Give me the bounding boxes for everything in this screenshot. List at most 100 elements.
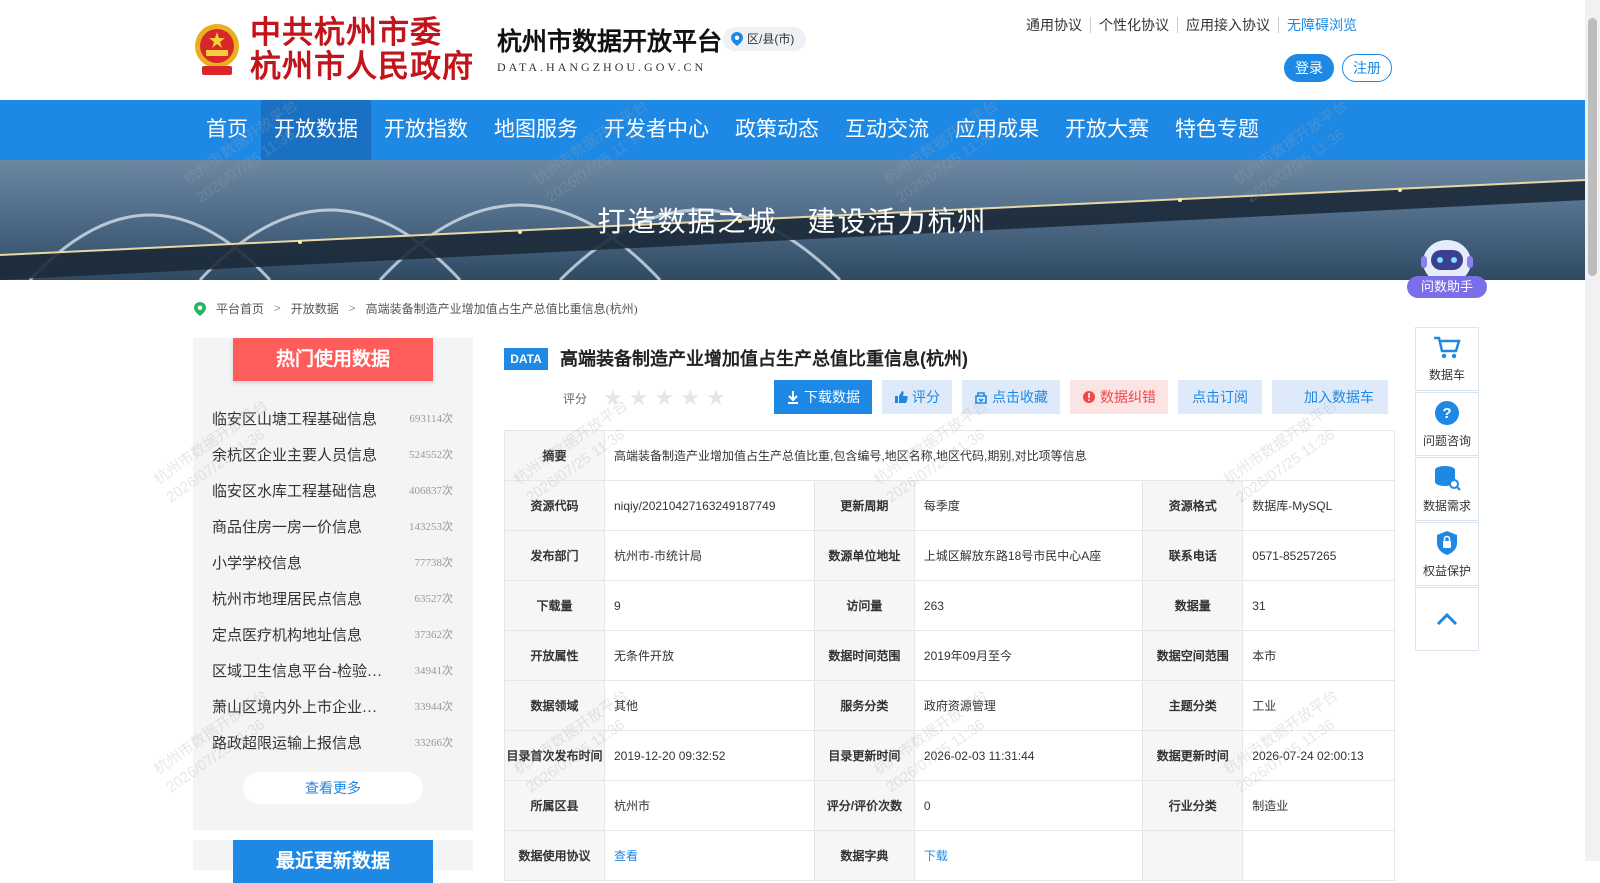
alert-icon xyxy=(1083,391,1095,403)
star-icon[interactable]: ★ xyxy=(603,387,623,409)
rating-label: 评分 xyxy=(563,391,588,406)
hot-item-name: 临安区水库工程基础信息 xyxy=(212,483,378,500)
info-key: 资源格式 xyxy=(1142,480,1244,531)
view-more-button[interactable]: 查看更多 xyxy=(243,772,423,804)
list-item[interactable]: 路政超限运输上报信息 33266次 xyxy=(193,724,473,760)
nav-item-open-index[interactable]: 开放指数 xyxy=(371,100,481,160)
error-report-button[interactable]: 数据纠错 xyxy=(1070,380,1168,414)
list-item[interactable]: 临安区山塘工程基础信息 693114次 xyxy=(193,400,473,436)
info-value: 无条件开放 xyxy=(604,630,815,681)
location-pin-icon xyxy=(731,32,743,46)
recent-data-panel: 最近更新数据 xyxy=(193,840,473,883)
hot-item-count: 406837次 xyxy=(409,485,453,497)
info-key: 行业分类 xyxy=(1142,780,1244,831)
favorite-button[interactable]: 点击收藏 xyxy=(962,380,1060,414)
link-app-access-agreement[interactable]: 应用接入协议 xyxy=(1177,17,1278,33)
list-item[interactable]: 萧山区境内外上市企业名… 33944次 xyxy=(193,688,473,724)
national-emblem-icon xyxy=(195,24,239,75)
scrollbar-thumb[interactable] xyxy=(1588,18,1597,276)
info-key: 数据空间范围 xyxy=(1142,630,1244,681)
link-general-agreement[interactable]: 通用协议 xyxy=(1018,17,1090,33)
back-to-top-button[interactable] xyxy=(1415,587,1479,651)
star-icon[interactable]: ★ xyxy=(654,387,674,409)
info-key: 开放属性 xyxy=(504,630,605,681)
list-item[interactable]: 区域卫生信息平台-检验… 34941次 xyxy=(193,652,473,688)
nav-item-open-data[interactable]: 开放数据 xyxy=(261,100,371,160)
site-title[interactable]: 杭州市数据开放平台 xyxy=(497,22,722,58)
rights-protection-label: 权益保护 xyxy=(1422,563,1471,578)
svg-text:?: ? xyxy=(1442,405,1451,422)
info-key: 所属区县 xyxy=(504,780,605,831)
data-demand-button[interactable]: 数据需求 xyxy=(1415,457,1479,521)
question-consult-label: 问题咨询 xyxy=(1422,433,1471,448)
view-agreement-link[interactable]: 查看 xyxy=(604,830,815,881)
download-dictionary-link[interactable]: 下载 xyxy=(913,830,1144,881)
favorite-label: 点击收藏 xyxy=(992,389,1048,405)
assistant-label[interactable]: 问数助手 xyxy=(1407,276,1487,298)
question-icon: ? xyxy=(1435,400,1459,425)
rate-button[interactable]: 评分 xyxy=(882,380,952,414)
list-item[interactable]: 临安区水库工程基础信息 406837次 xyxy=(193,472,473,508)
nav-item-contest[interactable]: 开放大赛 xyxy=(1052,100,1162,160)
list-item[interactable]: 商品住房一房一价信息 143253次 xyxy=(193,508,473,544)
question-consult-button[interactable]: ? 问题咨询 xyxy=(1415,392,1479,456)
error-report-label: 数据纠错 xyxy=(1100,389,1156,405)
data-cart-button[interactable]: 数据车 xyxy=(1415,327,1479,391)
nav-item-map-service[interactable]: 地图服务 xyxy=(481,100,591,160)
header: 中共杭州市委 杭州市人民政府 杭州市数据开放平台 DATA.HANGZHOU.G… xyxy=(0,0,1585,100)
breadcrumb-separator: > xyxy=(348,301,356,315)
breadcrumb: 平台首页 > 开放数据 > 高端装备制造产业增加值占生产总值比重信息(杭州) xyxy=(194,300,638,317)
info-value: 0571-85257265 xyxy=(1242,530,1395,581)
breadcrumb-separator: > xyxy=(274,301,281,315)
hot-data-list: 临安区山塘工程基础信息 693114次 余杭区企业主要人员信息 524552次 临安… xyxy=(193,400,473,760)
link-accessibility[interactable]: 无障碍浏览 xyxy=(1278,17,1365,33)
info-value: 数据库-MySQL xyxy=(1242,480,1395,531)
hot-item-name: 商品住房一房一价信息 xyxy=(212,519,363,536)
rights-protection-button[interactable]: 权益保护 xyxy=(1415,522,1479,586)
table-row: 下载量 9 访问量 263 数据量 31 xyxy=(504,580,1395,631)
nav-item-policy[interactable]: 政策动态 xyxy=(722,100,832,160)
nav-item-topics[interactable]: 特色专题 xyxy=(1162,100,1272,160)
main-nav: 首页 开放数据 开放指数 地图服务 开发者中心 政策动态 互动交流 应用成果 开… xyxy=(0,100,1585,160)
info-key: 主题分类 xyxy=(1142,680,1244,731)
empty-value xyxy=(1242,830,1395,881)
nav-item-results[interactable]: 应用成果 xyxy=(942,100,1052,160)
nav-item-developer[interactable]: 开发者中心 xyxy=(591,100,722,160)
list-item[interactable]: 小学学校信息 77738次 xyxy=(193,544,473,580)
breadcrumb-home[interactable]: 平台首页 xyxy=(216,300,264,317)
info-value: 上城区解放东路18号市民中心A座 xyxy=(913,530,1144,581)
region-label: 区/县(市) xyxy=(747,32,795,46)
table-row: 开放属性 无条件开放 数据时间范围 2019年09月至今 数据空间范围 本市 xyxy=(504,630,1395,681)
table-row: 发布部门 杭州市-市统计局 数源单位地址 上城区解放东路18号市民中心A座 联系电话… xyxy=(504,530,1395,581)
info-value: 9 xyxy=(604,580,815,631)
nav-item-interaction[interactable]: 互动交流 xyxy=(832,100,942,160)
info-value: 0 xyxy=(913,780,1144,831)
data-cart-label: 数据车 xyxy=(1428,367,1465,382)
star-icon[interactable]: ★ xyxy=(629,387,649,409)
star-icon[interactable]: ★ xyxy=(680,387,700,409)
info-value: 制造业 xyxy=(1242,780,1395,831)
info-value: 其他 xyxy=(604,680,815,731)
nav-item-home[interactable]: 首页 xyxy=(193,100,261,160)
add-to-data-cart-button[interactable]: 加入数据车 xyxy=(1272,380,1388,414)
register-button[interactable]: 注册 xyxy=(1342,54,1392,82)
info-key: 发布部门 xyxy=(504,530,605,581)
subscribe-button[interactable]: 点击订阅 xyxy=(1178,380,1262,414)
info-value: 31 xyxy=(1242,580,1395,631)
list-item[interactable]: 余杭区企业主要人员信息 524552次 xyxy=(193,436,473,472)
info-key: 服务分类 xyxy=(813,680,915,731)
thumbs-up-icon xyxy=(895,391,908,403)
page-scrollbar[interactable] xyxy=(1585,0,1600,861)
info-value: niqiy/20210427163249187749 xyxy=(604,480,815,531)
hot-item-count: 33266次 xyxy=(414,737,454,749)
login-button[interactable]: 登录 xyxy=(1284,54,1334,82)
action-bar: 下载数据 评分 点击收藏 数据纠错 点击订阅 加入数据车 xyxy=(774,380,1388,414)
breadcrumb-open-data[interactable]: 开放数据 xyxy=(291,300,339,317)
link-personal-agreement[interactable]: 个性化协议 xyxy=(1090,17,1177,33)
gov-name[interactable]: 中共杭州市委 杭州市人民政府 xyxy=(250,16,474,84)
list-item[interactable]: 杭州市地理居民点信息 63527次 xyxy=(193,580,473,616)
region-selector[interactable]: 区/县(市) xyxy=(723,27,807,51)
star-icon[interactable]: ★ xyxy=(706,387,726,409)
download-data-button[interactable]: 下载数据 xyxy=(774,380,872,414)
list-item[interactable]: 定点医疗机构地址信息 37362次 xyxy=(193,616,473,652)
